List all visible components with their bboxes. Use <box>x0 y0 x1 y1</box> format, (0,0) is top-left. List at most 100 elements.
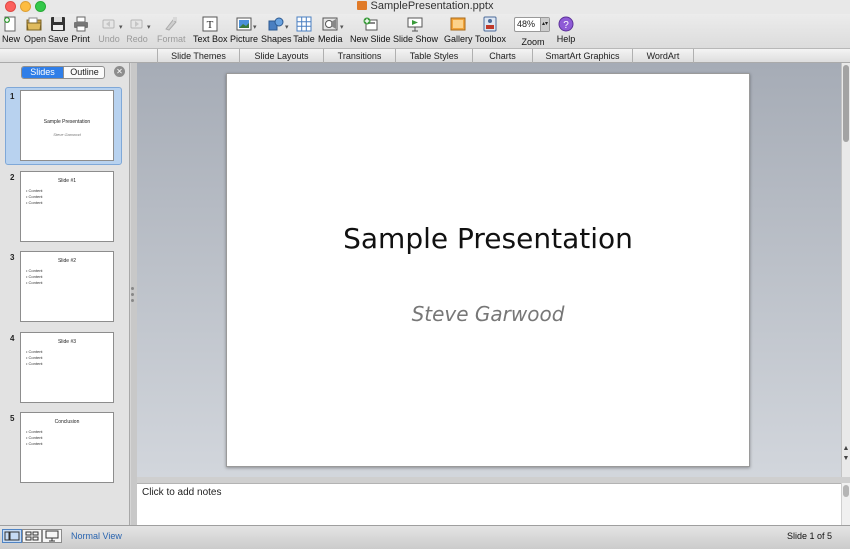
table-grid-icon <box>296 16 312 32</box>
redo-button[interactable]: Redo ▾ <box>126 16 151 44</box>
tab-smartart-graphics[interactable]: SmartArt Graphics <box>532 49 632 63</box>
slide-show-icon <box>407 17 422 32</box>
tab-charts[interactable]: Charts <box>472 49 532 63</box>
slide-show-view-button[interactable] <box>42 529 62 543</box>
slide-sorter-view-button[interactable] <box>22 529 42 543</box>
new-button[interactable]: New <box>2 16 20 44</box>
thumbnail-title: Slide #2 <box>57 258 77 264</box>
gallery-label: Gallery <box>444 34 473 44</box>
thumbnail-bullets: Content Content Content <box>26 349 43 367</box>
slide-sorter-icon <box>25 531 39 541</box>
thumbnail-title: Sample Presentation <box>43 119 91 125</box>
tab-wordart[interactable]: WordArt <box>632 49 694 63</box>
tab-slide-themes[interactable]: Slide Themes <box>157 49 239 63</box>
normal-view-button[interactable] <box>2 529 22 543</box>
help-label: Help <box>556 34 576 44</box>
table-button[interactable]: Table <box>293 16 315 44</box>
open-button[interactable]: Open <box>24 16 47 44</box>
current-slide[interactable]: Sample Presentation Steve Garwood <box>226 73 750 467</box>
slide-thumbnail[interactable]: Slide #3 Content Content Content <box>20 332 114 403</box>
thumbnail-title: Slide #3 <box>57 339 77 345</box>
media-dropdown-icon[interactable]: ▾ <box>340 23 344 31</box>
pptx-document-icon <box>356 1 367 10</box>
slide-title[interactable]: Sample Presentation <box>227 222 749 255</box>
tab-outline[interactable]: Outline <box>63 67 104 78</box>
previous-slide-icon[interactable]: ▲ <box>842 444 850 454</box>
thumbnail-bullet: Content <box>26 361 43 367</box>
zoom-stepper-icon[interactable]: ▴▾ <box>540 18 549 31</box>
svg-text:?: ? <box>563 20 569 31</box>
slide-thumbnail[interactable]: Sample Presentation Steve Garwood <box>20 90 114 161</box>
gallery-button[interactable]: Gallery <box>444 16 473 44</box>
svg-text:T: T <box>206 19 213 31</box>
open-label: Open <box>24 34 47 44</box>
printer-icon <box>73 16 88 32</box>
splitter-grip-icon <box>131 299 134 302</box>
standard-toolbar: New Open Save Print Undo ▾ Redo ▾ Format… <box>0 14 850 48</box>
zoom-label: Zoom <box>521 37 545 47</box>
toolbox-button[interactable]: Toolbox <box>475 16 507 44</box>
window-title-text: SamplePresentation.pptx <box>370 0 494 12</box>
format-brush-icon <box>165 17 177 31</box>
save-label: Save <box>48 34 69 44</box>
notes-pane[interactable]: Click to add notes <box>137 483 841 525</box>
media-icon <box>322 17 338 31</box>
thumbnail-bullets: Content Content Content <box>26 429 43 447</box>
notes-scrollbar[interactable] <box>841 483 850 525</box>
next-slide-icon[interactable]: ▼ <box>842 454 850 464</box>
slide-thumbnail[interactable]: Slide #1 Content Content Content <box>20 171 114 242</box>
table-label: Table <box>293 34 315 44</box>
tab-table-styles[interactable]: Table Styles <box>395 49 472 63</box>
thumbnail-title: Conclusion <box>54 419 80 425</box>
gallery-icon <box>450 17 465 31</box>
save-button[interactable]: Save <box>48 16 69 44</box>
slide-thumbnail[interactable]: Conclusion Content Content Content <box>20 412 114 483</box>
new-slide-button[interactable]: New Slide <box>350 16 391 44</box>
slide-subtitle[interactable]: Steve Garwood <box>227 302 749 326</box>
shapes-label: Shapes <box>261 34 292 44</box>
presenter-screen-icon <box>45 530 59 542</box>
splitter-grip-icon <box>131 287 134 290</box>
slide-show-label: Slide Show <box>393 34 439 44</box>
format-button[interactable]: Format <box>157 16 186 44</box>
print-button[interactable]: Print <box>71 16 90 44</box>
shapes-button[interactable]: Shapes ▾ <box>261 16 292 44</box>
zoom-label-wrap: Zoom <box>521 37 545 47</box>
slide-count: Slide 1 of 5 <box>786 531 832 541</box>
vertical-scrollbar[interactable] <box>841 63 850 477</box>
thumbnail-bullet: Content <box>26 200 43 206</box>
redo-dropdown-icon[interactable]: ▾ <box>147 23 151 31</box>
print-label: Print <box>71 34 90 44</box>
close-panel-icon[interactable]: ✕ <box>114 66 125 77</box>
slide-number: 5 <box>10 414 15 423</box>
shapes-dropdown-icon[interactable]: ▾ <box>285 23 289 31</box>
text-box-button[interactable]: T Text Box <box>193 16 228 44</box>
help-icon: ? <box>558 16 574 32</box>
tab-slides[interactable]: Slides <box>22 67 63 78</box>
thumbnail-subtitle: Steve Garwood <box>53 132 81 137</box>
picture-icon <box>236 17 252 31</box>
undo-label: Undo <box>98 34 120 44</box>
slide-thumbnail[interactable]: Slide #2 Content Content Content <box>20 251 114 322</box>
picture-label: Picture <box>230 34 259 44</box>
help-button[interactable]: ? Help <box>556 16 576 44</box>
tab-transitions[interactable]: Transitions <box>323 49 395 63</box>
title-bar: SamplePresentation.pptx <box>0 0 850 14</box>
tab-slide-layouts[interactable]: Slide Layouts <box>239 49 323 63</box>
panel-view-switch: Slides Outline <box>21 66 105 79</box>
media-button[interactable]: Media ▾ <box>318 16 344 44</box>
toolbox-label: Toolbox <box>475 34 507 44</box>
undo-dropdown-icon[interactable]: ▾ <box>119 23 123 31</box>
zoom-field[interactable]: 48% ▴▾ <box>514 17 550 32</box>
thumbnail-bullet: Content <box>26 280 43 286</box>
notes-scrollbar-thumb[interactable] <box>843 485 849 497</box>
picture-button[interactable]: Picture ▾ <box>230 16 258 44</box>
picture-dropdown-icon[interactable]: ▾ <box>253 23 257 31</box>
slide-show-button[interactable]: Slide Show <box>393 16 439 44</box>
scrollbar-thumb[interactable] <box>843 65 849 142</box>
slide-number: 3 <box>10 253 15 262</box>
notes-placeholder[interactable]: Click to add notes <box>142 487 222 498</box>
undo-button[interactable]: Undo ▾ <box>98 16 123 44</box>
format-label: Format <box>157 34 186 44</box>
shapes-icon <box>268 17 283 31</box>
